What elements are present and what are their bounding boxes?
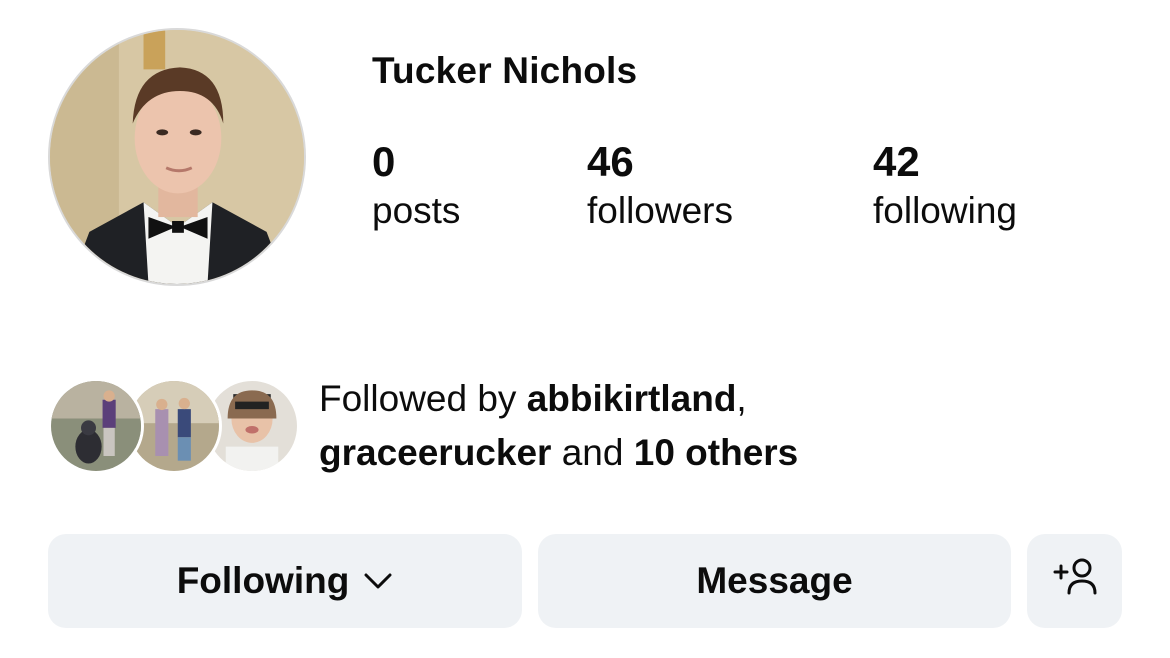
mutual-user-link[interactable]: graceerucker [319, 432, 551, 473]
followed-by-prefix: Followed by [319, 378, 527, 419]
profile-photo [50, 30, 304, 284]
profile-name: Tucker Nichols [372, 50, 638, 91]
followers-stat[interactable]: 46 followers [587, 138, 733, 236]
profile-avatar[interactable] [48, 28, 306, 286]
message-button-label: Message [696, 560, 853, 601]
followed-by-connector: and [551, 432, 634, 473]
mutual-user-link[interactable]: abbikirtland [527, 378, 737, 419]
add-person-button[interactable] [1027, 534, 1122, 628]
mutual-followers-avatars[interactable] [48, 378, 300, 476]
message-button[interactable]: Message [538, 534, 1011, 628]
followed-by-text[interactable]: Followed by abbikirtland, graceerucker a… [319, 372, 959, 480]
followers-count: 46 [587, 138, 634, 185]
mutual-others-link[interactable]: 10 others [634, 432, 799, 473]
posts-count: 0 [372, 138, 396, 185]
following-label: following [873, 190, 1017, 231]
followed-by-separator: , [736, 378, 747, 419]
posts-label: posts [372, 190, 461, 231]
followers-label: followers [587, 190, 733, 231]
following-button[interactable]: Following [48, 534, 522, 628]
add-person-icon [1051, 557, 1099, 606]
chevron-down-icon [363, 571, 393, 591]
posts-stat[interactable]: 0 posts [372, 138, 460, 236]
mutual-avatar [48, 378, 144, 474]
following-stat[interactable]: 42 following [873, 138, 1017, 236]
following-count: 42 [873, 138, 920, 185]
following-button-label: Following [176, 560, 350, 601]
